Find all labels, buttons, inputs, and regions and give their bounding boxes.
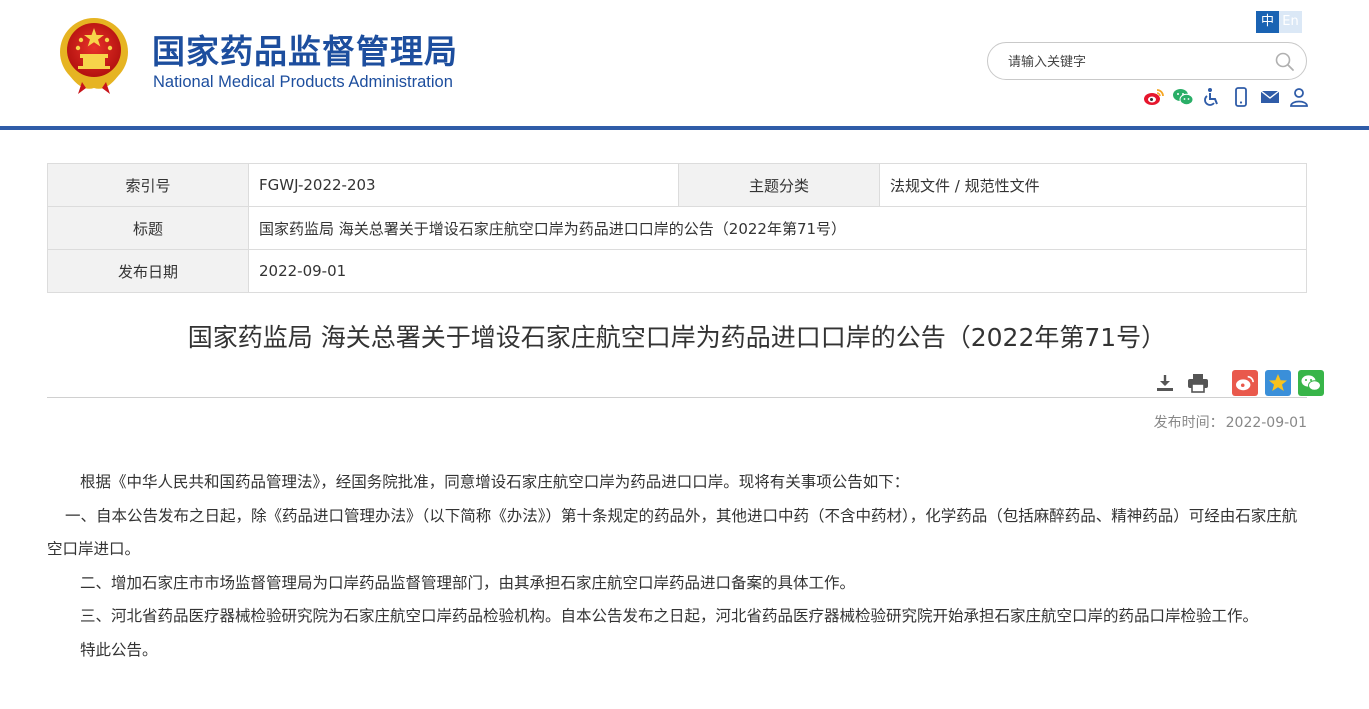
body-paragraph: 二、增加石家庄市市场监督管理局为口岸药品监督管理部门，由其承担石家庄航空口岸药品… [80, 573, 856, 592]
category-value: 法规文件 / 规范性文件 [879, 163, 1307, 207]
title-label: 标题 [47, 206, 249, 250]
share-qzone-icon[interactable] [1265, 370, 1291, 396]
date-value: 2022-09-01 [248, 249, 1307, 293]
article-body: 根据《中华人民共和国药品管理法》，经国务院批准，同意增设石家庄航空口岸为药品进口… [47, 466, 1307, 667]
info-row-title: 标题 国家药监局 海关总署关于增设石家庄航空口岸为药品进口口岸的公告（2022年… [47, 206, 1307, 250]
mail-icon[interactable] [1259, 86, 1281, 108]
mobile-icon[interactable] [1230, 86, 1252, 108]
weibo-icon[interactable] [1143, 86, 1165, 108]
site-subtitle: National Medical Products Administration [153, 73, 453, 91]
document-info-table: 索引号 FGWJ-2022-203 主题分类 法规文件 / 规范性文件 标题 国… [47, 163, 1307, 293]
publish-time-label: 发布时间： [1153, 415, 1224, 431]
language-switch: 中 En [1256, 11, 1302, 33]
body-paragraph: 特此公告。 [80, 640, 158, 659]
share-wechat-icon[interactable] [1298, 370, 1324, 396]
article-title: 国家药监局 海关总署关于增设石家庄航空口岸为药品进口口岸的公告（2022年第71… [187, 323, 1167, 352]
site-title: 国家药品监督管理局 [152, 32, 458, 71]
header-divider-bar [0, 126, 1369, 130]
search-box [987, 42, 1307, 80]
publish-time-value: 2022-09-01 [1225, 415, 1307, 431]
info-row-index: 索引号 FGWJ-2022-203 主题分类 法规文件 / 规范性文件 [47, 163, 1307, 207]
share-weibo-icon[interactable] [1232, 370, 1258, 396]
search-icon[interactable] [1274, 51, 1296, 73]
article-actions [1152, 370, 1324, 396]
date-label: 发布日期 [47, 249, 249, 293]
info-row-date: 发布日期 2022-09-01 [47, 249, 1307, 293]
download-icon[interactable] [1152, 370, 1178, 396]
accessibility-icon[interactable] [1201, 86, 1223, 108]
national-emblem-icon [60, 18, 128, 94]
index-value: FGWJ-2022-203 [248, 163, 679, 207]
title-value: 国家药监局 海关总署关于增设石家庄航空口岸为药品进口口岸的公告（2022年第71… [248, 206, 1307, 250]
body-paragraph: 根据《中华人民共和国药品管理法》，经国务院批准，同意增设石家庄航空口岸为药品进口… [80, 473, 910, 491]
publish-time: 发布时间： 2022-09-01 [1152, 412, 1307, 432]
wechat-icon[interactable] [1172, 86, 1194, 108]
site-header: 国家药品监督管理局 National Medical Products Admi… [0, 0, 1369, 126]
header-toolbar [1143, 86, 1310, 108]
lang-cn-button[interactable]: 中 [1256, 11, 1279, 33]
lang-en-button[interactable]: En [1279, 11, 1302, 33]
category-label: 主题分类 [678, 163, 880, 207]
body-paragraph: 一、自本公告发布之日起，除《药品进口管理办法》（以下简称《办法》）第十条规定的药… [47, 506, 1298, 559]
print-icon[interactable] [1185, 370, 1211, 396]
search-input[interactable] [1008, 51, 1268, 73]
body-paragraph: 三、河北省药品医疗器械检验研究院为石家庄航空口岸药品检验机构。自本公告发布之日起… [80, 607, 1259, 625]
article-divider [47, 397, 1307, 398]
index-label: 索引号 [47, 163, 249, 207]
user-icon[interactable] [1288, 86, 1310, 108]
